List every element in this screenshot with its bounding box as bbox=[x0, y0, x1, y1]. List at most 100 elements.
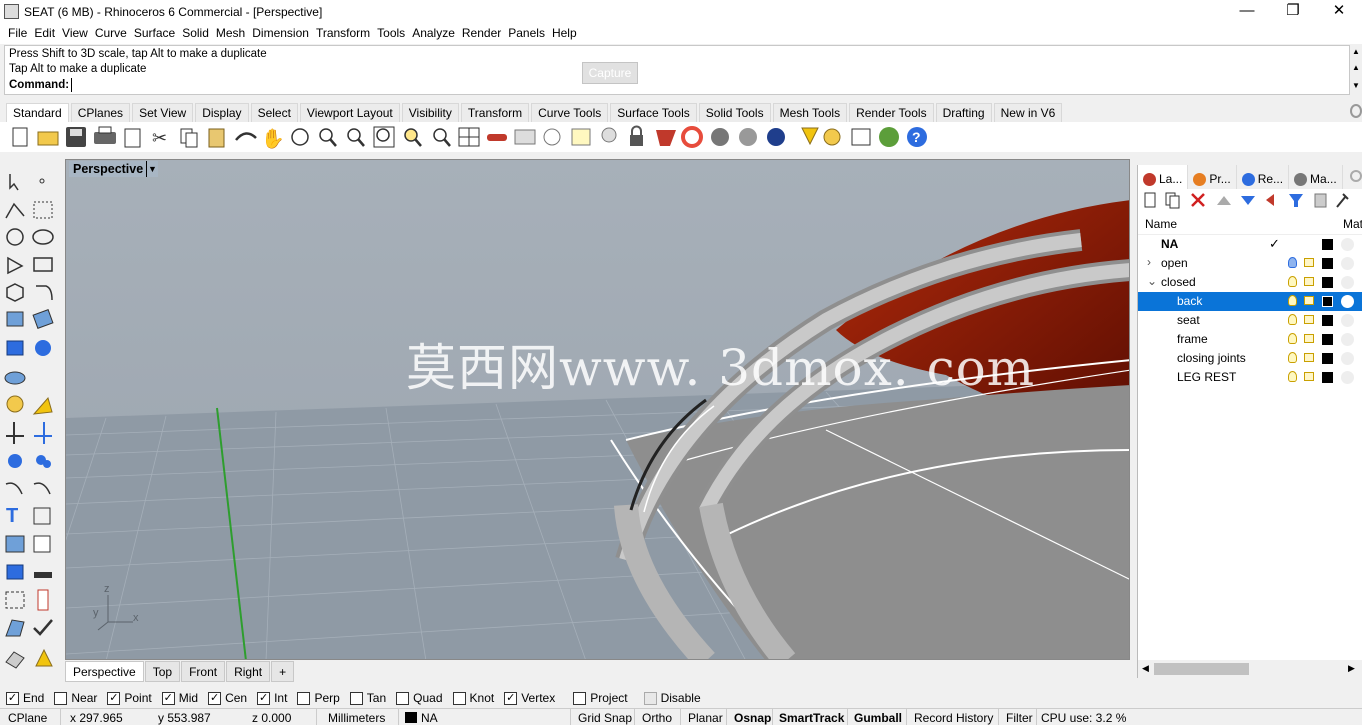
layer-color-swatch[interactable] bbox=[1322, 315, 1333, 326]
layer-color-swatch[interactable] bbox=[1322, 334, 1333, 345]
light-bulb-icon[interactable] bbox=[1288, 352, 1297, 363]
command-history[interactable]: Press Shift to 3D scale, tap Alt to make… bbox=[4, 45, 1350, 95]
tab-set-view[interactable]: Set View bbox=[132, 103, 194, 122]
command-scrollbar[interactable]: ▲ ▲ ▼ bbox=[1350, 45, 1362, 95]
osnap-end[interactable]: ✓ End bbox=[6, 691, 44, 705]
viewport-title[interactable]: Perspective bbox=[69, 161, 148, 177]
osnap-checkbox[interactable]: ✓ bbox=[504, 691, 518, 705]
close-button[interactable]: ✕ bbox=[1316, 0, 1362, 24]
layer-color-swatch[interactable] bbox=[1322, 372, 1333, 383]
light-bulb-icon[interactable] bbox=[1288, 333, 1297, 344]
material-circle-icon[interactable] bbox=[1341, 371, 1354, 384]
osnap-checkbox[interactable] bbox=[396, 691, 410, 705]
lock-icon[interactable] bbox=[1304, 353, 1314, 362]
panel-tab-render[interactable]: Re... bbox=[1237, 165, 1290, 189]
ortho-toggle[interactable]: Ortho bbox=[642, 711, 672, 725]
layer-row[interactable]: closing joints bbox=[1138, 349, 1362, 368]
menu-transform[interactable]: Transform bbox=[316, 24, 377, 44]
restore-button[interactable]: ❐ bbox=[1270, 0, 1316, 24]
light-bulb-icon[interactable] bbox=[1288, 314, 1297, 325]
tab-standard[interactable]: Standard bbox=[6, 103, 69, 122]
osnap-knot[interactable]: Knot bbox=[452, 691, 494, 705]
osnap-vertex[interactable]: ✓ Vertex bbox=[504, 691, 555, 705]
light-bulb-icon[interactable] bbox=[1288, 257, 1297, 268]
osnap-tan[interactable]: Tan bbox=[349, 691, 386, 705]
smarttrack-toggle[interactable]: SmartTrack bbox=[779, 711, 844, 725]
grid-snap-toggle[interactable]: Grid Snap bbox=[578, 711, 632, 725]
menu-file[interactable]: File bbox=[8, 24, 34, 44]
current-layer-label[interactable]: NA bbox=[421, 711, 438, 725]
scroll-up-icon[interactable]: ▲ bbox=[1352, 47, 1360, 56]
light-bulb-icon[interactable] bbox=[1288, 371, 1297, 382]
chevron-right-icon[interactable]: › bbox=[1147, 255, 1151, 269]
menu-curve[interactable]: Curve bbox=[95, 24, 134, 44]
lock-icon[interactable] bbox=[1304, 372, 1314, 381]
scroll-right-icon[interactable]: ▶ bbox=[1348, 663, 1355, 674]
panel-horizontal-scrollbar[interactable]: ◀ ▶ bbox=[1138, 660, 1362, 678]
osnap-checkbox[interactable]: ✓ bbox=[107, 691, 121, 705]
viewport-tab-front[interactable]: Front bbox=[181, 661, 226, 682]
tab-render-tools[interactable]: Render Tools bbox=[849, 103, 934, 122]
osnap-quad[interactable]: Quad bbox=[396, 691, 443, 705]
osnap-checkbox[interactable] bbox=[452, 691, 466, 705]
cplane-label[interactable]: CPlane bbox=[8, 711, 47, 725]
gumball-toggle[interactable]: Gumball bbox=[854, 711, 902, 725]
layer-color-swatch[interactable] bbox=[1322, 353, 1333, 364]
osnap-point[interactable]: ✓ Point bbox=[107, 691, 152, 705]
scroll-up-icon[interactable]: ▲ bbox=[1352, 63, 1360, 72]
panel-tab-properties[interactable]: Pr... bbox=[1188, 165, 1237, 189]
osnap-checkbox[interactable]: ✓ bbox=[161, 691, 175, 705]
menu-surface[interactable]: Surface bbox=[134, 24, 182, 44]
current-layer-check-icon[interactable]: ✓ bbox=[1269, 236, 1280, 252]
menu-solid[interactable]: Solid bbox=[182, 24, 216, 44]
tab-solid-tools[interactable]: Solid Tools bbox=[698, 103, 771, 122]
layer-row[interactable]: back bbox=[1138, 292, 1362, 311]
add-viewport-tab-icon[interactable]: + bbox=[271, 661, 295, 682]
chevron-down-icon[interactable]: ⌄ bbox=[1147, 274, 1157, 288]
osnap-near[interactable]: Near bbox=[54, 691, 97, 705]
osnap-int[interactable]: ✓ Int bbox=[257, 691, 287, 705]
tab-mesh-tools[interactable]: Mesh Tools bbox=[772, 103, 848, 122]
light-bulb-icon[interactable] bbox=[1288, 276, 1297, 287]
osnap-checkbox[interactable] bbox=[54, 691, 68, 705]
menu-view[interactable]: View bbox=[62, 24, 95, 44]
planar-toggle[interactable]: Planar bbox=[688, 711, 723, 725]
gear-icon[interactable] bbox=[1350, 170, 1362, 182]
layer-row[interactable]: frame bbox=[1138, 330, 1362, 349]
osnap-checkbox[interactable]: ✓ bbox=[6, 691, 19, 705]
tab-cplanes[interactable]: CPlanes bbox=[70, 103, 131, 122]
layer-row[interactable]: LEG REST bbox=[1138, 368, 1362, 387]
menu-render[interactable]: Render bbox=[462, 24, 508, 44]
units-label[interactable]: Millimeters bbox=[328, 711, 385, 725]
tab-drafting[interactable]: Drafting bbox=[935, 103, 992, 122]
material-circle-icon[interactable] bbox=[1341, 276, 1354, 289]
gear-icon[interactable] bbox=[1350, 104, 1362, 118]
layer-color-swatch[interactable] bbox=[1322, 277, 1333, 288]
osnap-checkbox[interactable]: ✓ bbox=[208, 691, 222, 705]
menu-edit[interactable]: Edit bbox=[34, 24, 62, 44]
menu-analyze[interactable]: Analyze bbox=[412, 24, 462, 44]
menu-mesh[interactable]: Mesh bbox=[216, 24, 252, 44]
layer-row[interactable]: › open bbox=[1138, 254, 1362, 273]
osnap-perp[interactable]: Perp bbox=[297, 691, 340, 705]
lock-icon[interactable] bbox=[1304, 296, 1314, 305]
tab-viewport-layout[interactable]: Viewport Layout bbox=[299, 103, 400, 122]
filter-toggle[interactable]: Filter bbox=[1006, 711, 1033, 725]
material-circle-icon[interactable] bbox=[1341, 333, 1354, 346]
command-input[interactable] bbox=[71, 78, 72, 92]
tab-transform[interactable]: Transform bbox=[460, 103, 530, 122]
layer-row[interactable]: ⌄ closed bbox=[1138, 273, 1362, 292]
scroll-left-icon[interactable]: ◀ bbox=[1142, 663, 1149, 674]
lock-icon[interactable] bbox=[1304, 315, 1314, 324]
record-history-toggle[interactable]: Record History bbox=[914, 711, 993, 725]
tab-select[interactable]: Select bbox=[250, 103, 298, 122]
menu-help[interactable]: Help bbox=[552, 24, 584, 44]
material-circle-icon[interactable] bbox=[1341, 314, 1354, 327]
osnap-checkbox[interactable] bbox=[349, 691, 363, 705]
layer-row[interactable]: seat bbox=[1138, 311, 1362, 330]
material-column-header[interactable]: Mat bbox=[1343, 217, 1362, 231]
viewport-tab-perspective[interactable]: Perspective bbox=[65, 661, 144, 682]
material-circle-icon[interactable] bbox=[1341, 295, 1354, 308]
panel-tab-layers[interactable]: La... bbox=[1138, 165, 1189, 189]
layer-color-swatch[interactable] bbox=[1322, 239, 1333, 250]
